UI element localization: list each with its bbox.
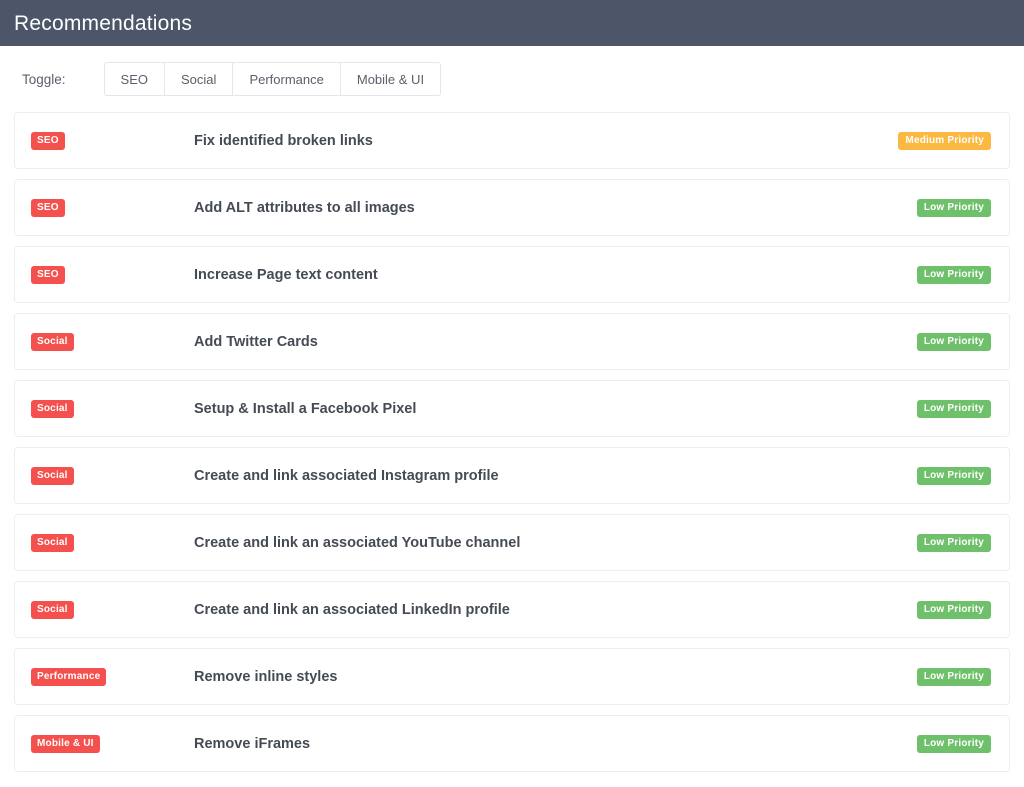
toggle-button-social[interactable]: Social (164, 62, 232, 96)
priority-badge: Low Priority (917, 333, 991, 351)
recommendation-title: Create and link associated Instagram pro… (194, 468, 917, 484)
recommendation-priority: Low Priority (917, 601, 991, 619)
priority-badge: Low Priority (917, 601, 991, 619)
recommendation-row[interactable]: SEO Add ALT attributes to all imagesLow P… (14, 179, 1010, 236)
toggle-label: Toggle: (22, 72, 66, 87)
category-badge: Social (31, 534, 74, 552)
recommendation-category: Mobile & UI (31, 735, 194, 753)
recommendation-row[interactable]: Mobile & UI Remove iFramesLow Priority (14, 715, 1010, 772)
recommendation-title: Create and link an associated LinkedIn p… (194, 602, 917, 618)
recommendation-priority: Low Priority (917, 735, 991, 753)
recommendation-category: SEO (31, 199, 194, 217)
recommendations-list: SEO Fix identified broken linksMedium Pri… (0, 112, 1024, 772)
category-toggle-group: SEOSocialPerformanceMobile & UI (104, 62, 442, 96)
recommendation-priority: Low Priority (917, 199, 991, 217)
category-badge: Performance (31, 668, 106, 686)
priority-badge: Low Priority (917, 735, 991, 753)
recommendation-title: Remove iFrames (194, 736, 917, 752)
recommendation-title: Remove inline styles (194, 669, 917, 685)
recommendation-category: Performance (31, 668, 194, 686)
recommendation-title: Setup & Install a Facebook Pixel (194, 401, 917, 417)
recommendation-priority: Low Priority (917, 266, 991, 284)
toggle-button-seo[interactable]: SEO (104, 62, 164, 96)
recommendation-row[interactable]: Performance Remove inline stylesLow Prior… (14, 648, 1010, 705)
category-badge: Social (31, 400, 74, 418)
recommendation-row[interactable]: SEO Fix identified broken linksMedium Pri… (14, 112, 1010, 169)
recommendation-category: SEO (31, 266, 194, 284)
recommendation-priority: Low Priority (917, 400, 991, 418)
recommendation-row[interactable]: Social Add Twitter CardsLow Priority (14, 313, 1010, 370)
app-header: Recommendations (0, 0, 1024, 46)
recommendation-title: Add Twitter Cards (194, 334, 917, 350)
category-badge: SEO (31, 132, 65, 150)
recommendation-row[interactable]: Social Create and link an associated Link… (14, 581, 1010, 638)
recommendation-priority: Medium Priority (898, 132, 991, 150)
toggle-button-mobile-ui[interactable]: Mobile & UI (340, 62, 441, 96)
priority-badge: Low Priority (917, 199, 991, 217)
recommendation-category: Social (31, 333, 194, 351)
category-badge: SEO (31, 199, 65, 217)
toggle-button-performance[interactable]: Performance (232, 62, 339, 96)
category-badge: Social (31, 601, 74, 619)
recommendation-category: Social (31, 534, 194, 552)
priority-badge: Low Priority (917, 266, 991, 284)
recommendation-title: Increase Page text content (194, 267, 917, 283)
recommendation-row[interactable]: Social Create and link associated Instagr… (14, 447, 1010, 504)
priority-badge: Medium Priority (898, 132, 991, 150)
category-badge: Social (31, 333, 74, 351)
recommendation-priority: Low Priority (917, 467, 991, 485)
recommendation-title: Fix identified broken links (194, 133, 898, 149)
recommendation-priority: Low Priority (917, 668, 991, 686)
priority-badge: Low Priority (917, 534, 991, 552)
filter-toolbar: Toggle: SEOSocialPerformanceMobile & UI (0, 46, 1024, 112)
recommendation-title: Create and link an associated YouTube ch… (194, 535, 917, 551)
recommendation-category: Social (31, 400, 194, 418)
page-title: Recommendations (14, 13, 192, 34)
recommendation-category: Social (31, 467, 194, 485)
priority-badge: Low Priority (917, 400, 991, 418)
recommendation-row[interactable]: Social Setup & Install a Facebook PixelLo… (14, 380, 1010, 437)
category-badge: SEO (31, 266, 65, 284)
recommendation-priority: Low Priority (917, 534, 991, 552)
category-badge: Mobile & UI (31, 735, 100, 753)
recommendation-category: SEO (31, 132, 194, 150)
priority-badge: Low Priority (917, 467, 991, 485)
recommendation-row[interactable]: Social Create and link an associated YouT… (14, 514, 1010, 571)
recommendation-title: Add ALT attributes to all images (194, 200, 917, 216)
priority-badge: Low Priority (917, 668, 991, 686)
recommendation-row[interactable]: SEO Increase Page text contentLow Priorit… (14, 246, 1010, 303)
recommendation-category: Social (31, 601, 194, 619)
recommendation-priority: Low Priority (917, 333, 991, 351)
category-badge: Social (31, 467, 74, 485)
